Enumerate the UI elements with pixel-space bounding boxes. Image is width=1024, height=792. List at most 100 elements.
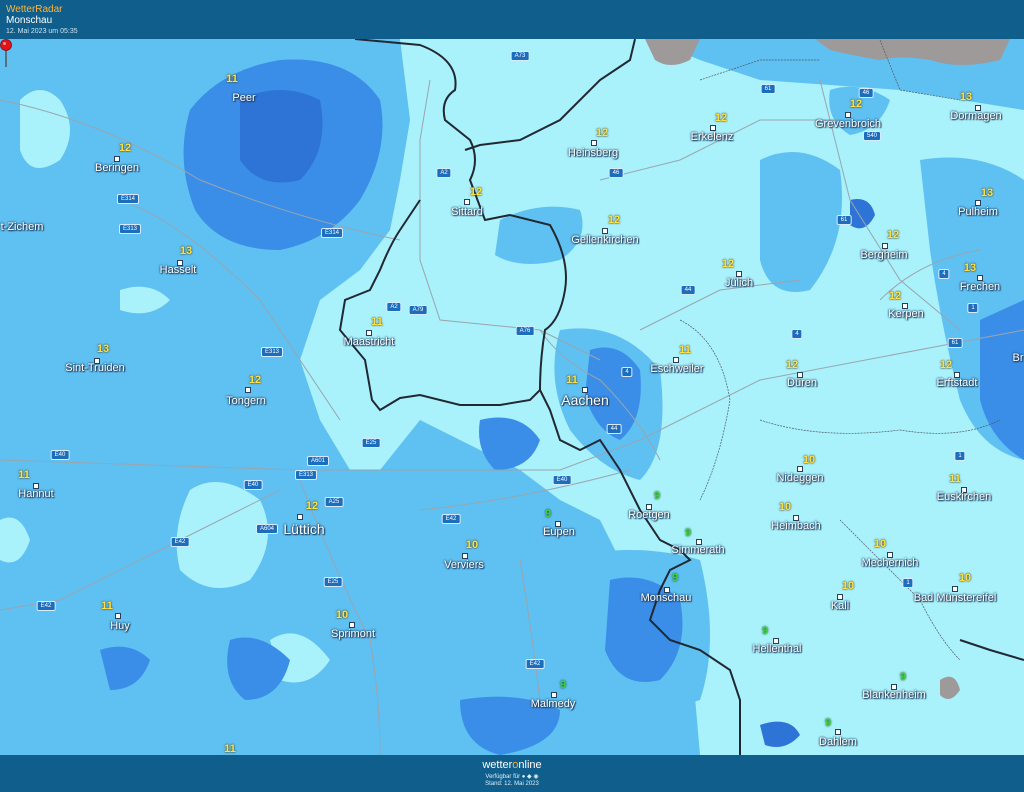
app-title: WetterRadar bbox=[6, 4, 63, 15]
road-sign: E314 bbox=[116, 194, 140, 204]
city-label[interactable]: Tongern bbox=[226, 395, 266, 407]
city-label[interactable]: Lüttich bbox=[283, 521, 324, 537]
city-dot bbox=[591, 140, 597, 146]
temperature: 12 bbox=[888, 290, 902, 302]
city-label[interactable]: Bergheim bbox=[860, 249, 907, 261]
radar-map[interactable]: A73 61 46 540 A2 46 E314 E313 E314 61 A2… bbox=[0, 39, 1024, 755]
city-label[interactable]: Düren bbox=[787, 377, 817, 389]
road-sign: 44 bbox=[606, 424, 622, 434]
temperature: 12 bbox=[118, 142, 132, 154]
city-label[interactable]: Heinsberg bbox=[568, 147, 618, 159]
city-label[interactable]: Heimbach bbox=[771, 520, 821, 532]
city-dot bbox=[835, 729, 841, 735]
temperature: 12 bbox=[721, 258, 735, 270]
city-label[interactable]: Erkelenz bbox=[691, 131, 734, 143]
city-label[interactable]: Euskirchen bbox=[937, 491, 991, 503]
availability-text: Verfügbar für ● ◆ ◉ bbox=[485, 774, 539, 780]
city-label[interactable]: Maastricht bbox=[344, 336, 395, 348]
city-label[interactable]: Frechen bbox=[960, 281, 1000, 293]
city-label[interactable]: Erftstadt bbox=[937, 377, 978, 389]
temperature: 12 bbox=[714, 112, 728, 124]
city-label[interactable]: Malmedy bbox=[531, 698, 576, 710]
precip-light-patch bbox=[20, 90, 70, 168]
precip-light-patch bbox=[120, 286, 170, 314]
temperature: 9 bbox=[899, 671, 907, 683]
city-label[interactable]: Grevenbroich bbox=[815, 118, 881, 130]
city-label[interactable]: Mechernich bbox=[862, 557, 919, 569]
city-label[interactable]: Sint-Truiden bbox=[65, 362, 125, 374]
city-label[interactable]: Kerpen bbox=[888, 308, 923, 320]
city-label[interactable]: Peer bbox=[232, 92, 255, 104]
city-label[interactable]: Bad Münstereifel bbox=[914, 592, 997, 604]
city-label[interactable]: Br bbox=[1013, 352, 1024, 364]
road-sign: 44 bbox=[680, 285, 696, 295]
temperature: 11 bbox=[679, 344, 691, 356]
road-sign: 1 bbox=[967, 303, 979, 313]
temperature: 13 bbox=[96, 343, 110, 355]
city-label[interactable]: Simmerath bbox=[671, 544, 724, 556]
city-label[interactable]: Sprimont bbox=[331, 628, 375, 640]
location-marker-icon[interactable] bbox=[0, 39, 12, 67]
temperature: 12 bbox=[785, 359, 799, 371]
city-label[interactable]: Huy bbox=[110, 620, 130, 632]
road-sign: 61 bbox=[947, 338, 963, 348]
temperature: 11 bbox=[566, 374, 578, 386]
city-label[interactable]: Blankenheim bbox=[862, 689, 926, 701]
road-sign: A601 bbox=[306, 456, 330, 466]
city-label[interactable]: Sittard bbox=[451, 206, 483, 218]
city-dot bbox=[464, 199, 470, 205]
road-sign: E313 bbox=[260, 347, 284, 357]
app-footer: wetteronline Verfügbar für ● ◆ ◉ Stand: … bbox=[0, 755, 1024, 792]
app-header: WetterRadar Monschau 12. Mai 2023 um 05:… bbox=[0, 0, 1024, 39]
temperature: 12 bbox=[886, 229, 900, 241]
city-label[interactable]: Hellenthal bbox=[753, 643, 802, 655]
location-name: Monschau bbox=[6, 15, 53, 26]
city-label[interactable]: Aachen bbox=[561, 392, 608, 408]
temperature: 13 bbox=[179, 245, 193, 257]
temperature: 11 bbox=[18, 469, 30, 481]
road-sign: E40 bbox=[552, 475, 572, 485]
city-label[interactable]: Roetgen bbox=[628, 509, 670, 521]
temperature: 12 bbox=[248, 374, 262, 386]
road-sign: 61 bbox=[760, 84, 776, 94]
road-sign: A73 bbox=[510, 51, 530, 61]
city-label[interactable]: Kall bbox=[831, 600, 849, 612]
city-label[interactable]: Nideggen bbox=[776, 472, 823, 484]
temperature: 10 bbox=[958, 572, 972, 584]
city-label[interactable]: Eschweiler bbox=[650, 363, 703, 375]
city-label[interactable]: Hannut bbox=[18, 488, 53, 500]
road-sign: A604 bbox=[255, 524, 279, 534]
road-sign: 4 bbox=[791, 329, 803, 339]
temperature: 12 bbox=[939, 359, 953, 371]
road-sign: E25 bbox=[361, 438, 381, 448]
temperature: 9 bbox=[671, 572, 679, 584]
temperature: 10 bbox=[335, 609, 349, 621]
city-label[interactable]: Verviers bbox=[444, 559, 484, 571]
temperature: 11 bbox=[101, 600, 113, 612]
city-label[interactable]: Dahlem bbox=[819, 736, 857, 748]
city-label[interactable]: t-Zichem bbox=[1, 221, 44, 233]
road-sign: 1 bbox=[902, 578, 914, 588]
temperature: 12 bbox=[607, 214, 621, 226]
city-label[interactable]: Monschau bbox=[641, 592, 692, 604]
road-sign: 46 bbox=[608, 168, 624, 178]
city-dot bbox=[297, 514, 303, 520]
city-label[interactable]: Dormagen bbox=[950, 110, 1001, 122]
city-label[interactable]: Eupen bbox=[543, 526, 575, 538]
city-label[interactable]: Pulheim bbox=[958, 206, 998, 218]
road-sign: 540 bbox=[862, 131, 882, 141]
temperature: 13 bbox=[980, 187, 994, 199]
road-sign: E42 bbox=[525, 659, 545, 669]
map-canvas bbox=[0, 39, 1024, 755]
road-sign: 46 bbox=[858, 88, 874, 98]
city-label[interactable]: Hasselt bbox=[160, 264, 197, 276]
temperature: 12 bbox=[469, 186, 483, 198]
city-label[interactable]: Gellenkirchen bbox=[571, 234, 638, 246]
city-label[interactable]: Beringen bbox=[95, 162, 139, 174]
brand-logo[interactable]: wetteronline bbox=[0, 759, 1024, 771]
temperature: 12 bbox=[595, 127, 609, 139]
temperature: 9 bbox=[559, 679, 567, 691]
road-sign: A2 bbox=[386, 302, 402, 312]
temperature: 9 bbox=[761, 625, 769, 637]
city-label[interactable]: Jülich bbox=[725, 277, 753, 289]
